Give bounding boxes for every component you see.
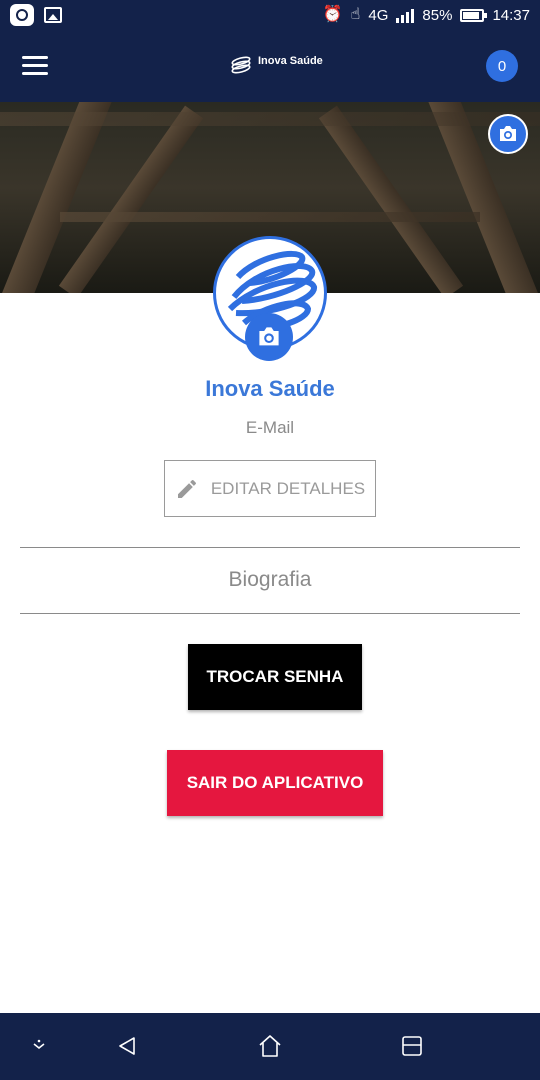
battery-icon	[460, 8, 488, 22]
profile-name: Inova Saúde	[205, 376, 335, 401]
battery-percent: 85%	[422, 6, 453, 24]
collapse-icon[interactable]	[22, 1031, 56, 1061]
logo-title: Inova Saúde	[258, 55, 323, 67]
profile-email: E-Mail	[245, 418, 295, 437]
system-nav-bar	[0, 1013, 540, 1080]
edit-details-label: EDITAR DETALHES	[210, 478, 366, 498]
biography-field[interactable]: Biografia	[20, 548, 520, 612]
divider	[20, 613, 520, 614]
avatar-camera-button[interactable]	[245, 313, 293, 361]
network-type: 4G	[368, 6, 389, 24]
alarm-icon: ⏰	[322, 6, 343, 23]
app-notification-icon	[10, 4, 34, 26]
status-bar: ⏰ ☝ 4G 85% 14:37	[0, 0, 540, 32]
hamburger-menu-icon[interactable]	[22, 56, 48, 76]
camera-icon	[259, 327, 279, 346]
recents-icon[interactable]	[395, 1031, 429, 1061]
signal-icon	[396, 7, 415, 23]
edit-details-button[interactable]: EDITAR DETALHES	[164, 460, 376, 517]
notification-badge[interactable]: 0	[486, 50, 518, 82]
app-logo: Inova Saúde	[230, 54, 323, 76]
status-right: ⏰ ☝ 4G 85% 14:37	[323, 5, 530, 25]
exit-app-button[interactable]: SAIR DO APLICATIVO	[167, 750, 383, 816]
status-left	[10, 4, 62, 26]
cover-camera-button[interactable]	[488, 114, 528, 154]
change-password-button[interactable]: TROCAR SENHA	[188, 644, 362, 710]
pencil-icon	[177, 479, 196, 498]
home-icon[interactable]	[253, 1031, 287, 1061]
gallery-icon	[44, 7, 62, 23]
clock: 14:37	[492, 6, 530, 24]
logo-mark-icon	[231, 56, 251, 74]
app-bar: Inova Saúde 0	[0, 32, 540, 102]
camera-icon	[500, 126, 516, 141]
touch-icon: ☝	[350, 6, 361, 23]
logo-subtitle	[258, 67, 323, 74]
back-icon[interactable]	[110, 1031, 144, 1061]
